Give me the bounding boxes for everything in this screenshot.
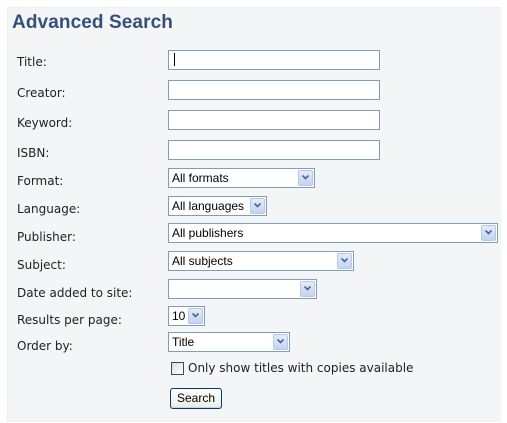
chevron-down-icon[interactable] — [273, 334, 288, 350]
isbn-input[interactable] — [168, 140, 380, 160]
language-select-value: All languages — [172, 199, 245, 213]
language-label: Language: — [17, 202, 81, 216]
publisher-select[interactable]: All publishers — [168, 223, 498, 243]
chevron-down-icon[interactable] — [481, 225, 496, 241]
title-label: Title: — [17, 55, 47, 69]
copies-available-checkbox[interactable] — [171, 362, 184, 375]
chevron-down-icon[interactable] — [250, 198, 265, 214]
search-button[interactable]: Search — [170, 388, 222, 409]
chevron-down-icon[interactable] — [300, 281, 315, 297]
chevron-down-icon[interactable] — [188, 308, 203, 324]
format-select-value: All formats — [172, 171, 229, 185]
creator-label: Creator: — [17, 86, 66, 100]
chevron-down-icon[interactable] — [337, 253, 352, 269]
publisher-label: Publisher: — [17, 230, 76, 244]
subject-label: Subject: — [17, 258, 66, 272]
publisher-select-value: All publishers — [172, 226, 244, 240]
format-label: Format: — [17, 174, 64, 188]
subject-select[interactable]: All subjects — [168, 251, 354, 271]
page-title: Advanced Search — [12, 12, 173, 33]
keyword-input[interactable] — [168, 110, 380, 130]
subject-select-value: All subjects — [172, 254, 233, 268]
order-by-value: Title — [172, 335, 195, 349]
date-added-label: Date added to site: — [17, 286, 133, 300]
copies-available-label[interactable]: Only show titles with copies available — [188, 361, 413, 375]
keyword-label: Keyword: — [17, 116, 73, 130]
page: Advanced Search Title: Creator: Keyword:… — [0, 0, 507, 423]
results-per-page-select[interactable]: 10 — [168, 306, 205, 326]
language-select[interactable]: All languages — [168, 196, 267, 216]
isbn-label: ISBN: — [17, 146, 50, 160]
format-select[interactable]: All formats — [168, 168, 315, 188]
title-input[interactable] — [168, 50, 380, 70]
date-added-select[interactable] — [168, 279, 317, 299]
order-by-select[interactable]: Title — [168, 332, 290, 352]
results-per-page-label: Results per page: — [17, 313, 122, 327]
creator-input[interactable] — [168, 80, 380, 100]
results-per-page-value: 10 — [172, 309, 186, 323]
chevron-down-icon[interactable] — [298, 170, 313, 186]
order-by-label: Order by: — [17, 339, 73, 353]
text-caret — [174, 53, 175, 66]
